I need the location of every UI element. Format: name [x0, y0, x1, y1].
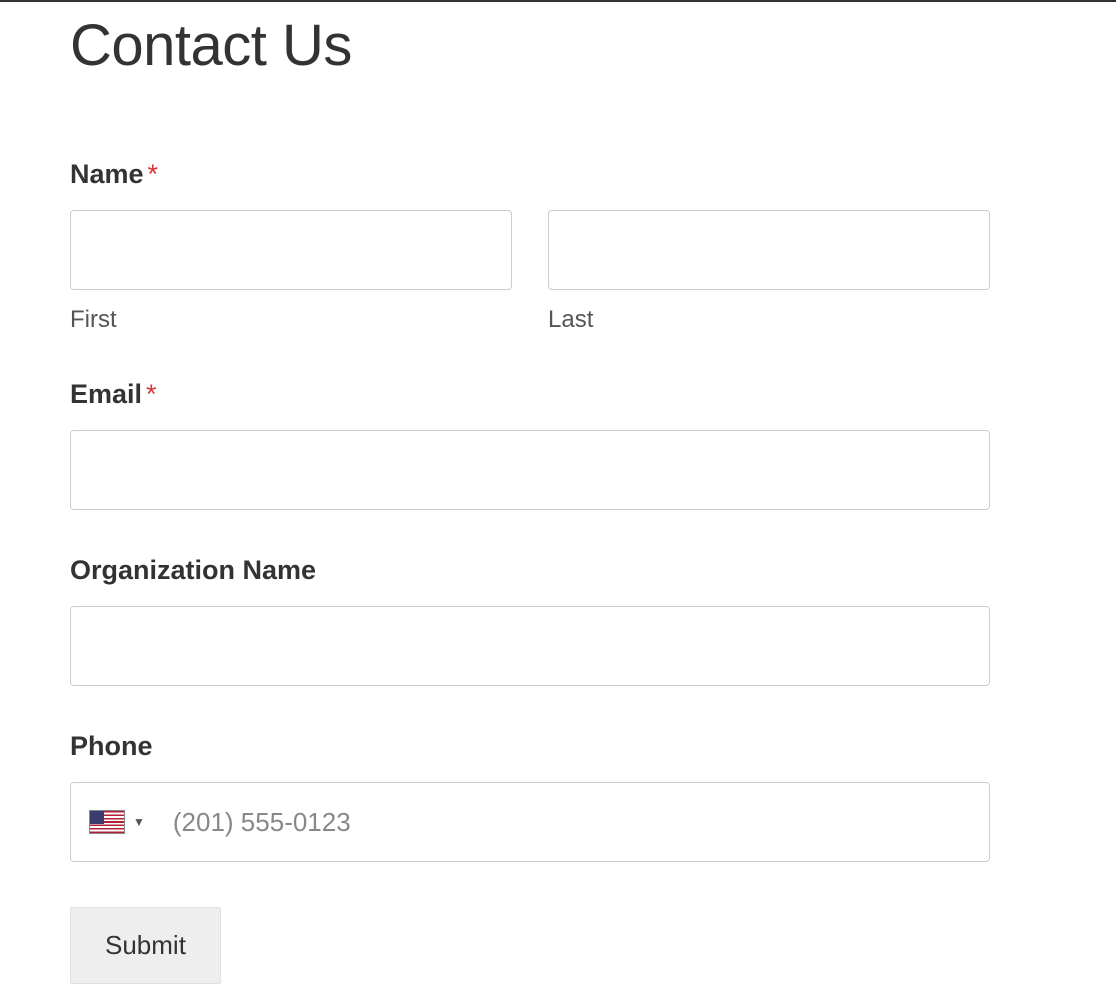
- phone-input-wrapper: ▼: [70, 782, 990, 862]
- phone-field-group: Phone ▼: [70, 731, 990, 862]
- email-label-text: Email: [70, 379, 142, 409]
- last-name-sublabel: Last: [548, 306, 990, 334]
- country-code-selector[interactable]: ▼: [89, 810, 163, 834]
- phone-label: Phone: [70, 731, 990, 762]
- name-label: Name*: [70, 159, 990, 190]
- email-field-group: Email*: [70, 379, 990, 510]
- submit-button[interactable]: Submit: [70, 907, 221, 984]
- required-asterisk: *: [146, 379, 157, 409]
- us-flag-icon: [89, 810, 125, 834]
- name-field-group: Name* First Last: [70, 159, 990, 334]
- first-name-input[interactable]: [70, 210, 512, 290]
- organization-input[interactable]: [70, 606, 990, 686]
- email-label: Email*: [70, 379, 990, 410]
- last-name-input[interactable]: [548, 210, 990, 290]
- first-name-sublabel: First: [70, 306, 512, 334]
- name-label-text: Name: [70, 159, 144, 189]
- required-asterisk: *: [148, 159, 159, 189]
- phone-input[interactable]: [163, 784, 989, 860]
- caret-down-icon: ▼: [133, 815, 145, 829]
- page-title: Contact Us: [70, 12, 990, 79]
- organization-field-group: Organization Name: [70, 555, 990, 686]
- email-input[interactable]: [70, 430, 990, 510]
- organization-label: Organization Name: [70, 555, 990, 586]
